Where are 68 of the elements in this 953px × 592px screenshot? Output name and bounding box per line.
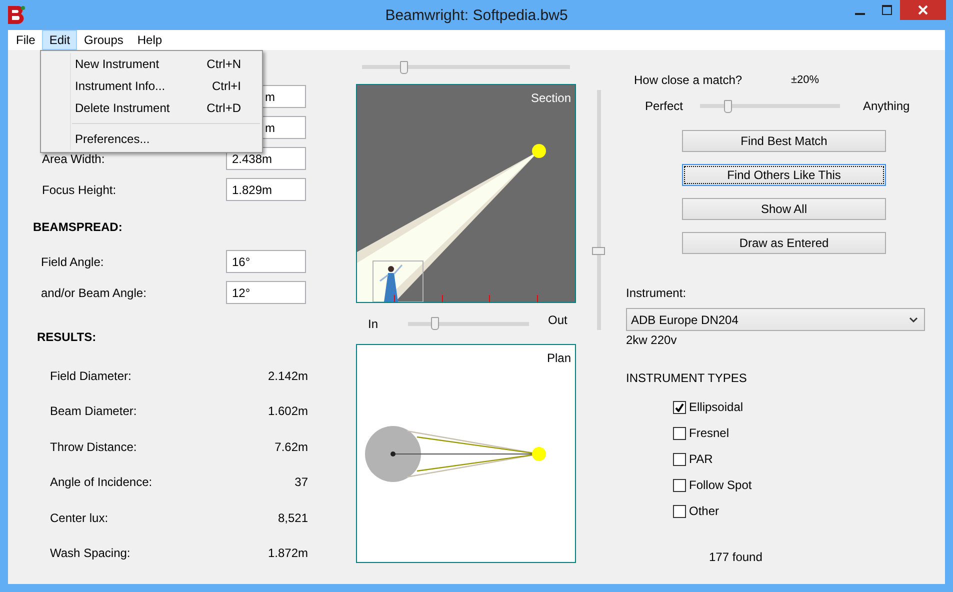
menu-item[interactable]: File [9, 30, 42, 50]
checkmark-icon [675, 402, 684, 412]
checkbox-option[interactable]: Ellipsoidal [673, 394, 945, 420]
field-label: Focus Height: [42, 182, 118, 196]
slider-label: Perfect [645, 99, 684, 113]
match-reading: ±20% [791, 74, 820, 86]
checkbox[interactable] [673, 452, 686, 466]
chevron-down-icon [909, 316, 918, 322]
result-label: Angle of Incidence: [50, 475, 154, 490]
input-field[interactable]: 12° [226, 281, 306, 304]
field-label: Area Width: [42, 152, 106, 166]
checkbox[interactable] [673, 478, 686, 492]
result-label: Field Diameter: [50, 368, 132, 383]
slider-label: Anything [863, 99, 910, 113]
checkbox-option[interactable]: Fresnel [673, 420, 945, 446]
field-label: Field Angle: [41, 254, 105, 268]
checkbox[interactable] [673, 426, 686, 440]
view-label: Plan [546, 351, 571, 365]
input-field[interactable]: 1.829m [226, 178, 306, 201]
section-heading: RESULTS: [36, 330, 96, 344]
result-label: Center lux: [50, 510, 110, 525]
figure-frame [372, 260, 424, 302]
instrument-note: 2kw 220v [626, 333, 678, 347]
menu-item[interactable]: Groups [77, 30, 130, 50]
checkbox-option[interactable]: Follow Spot [673, 472, 945, 498]
result-value: 1.872m [268, 546, 308, 560]
slider-thumb[interactable] [400, 60, 408, 74]
checkbox-option[interactable]: Other [673, 498, 945, 524]
maximize-icon [882, 5, 892, 15]
window-title: Beamwright: Softpedia.bw5 [385, 7, 568, 24]
app-logo-icon [5, 4, 27, 26]
section-heading: BEAMSPREAD: [32, 220, 122, 234]
checkbox-option[interactable]: PAR [673, 446, 945, 472]
action-button[interactable]: Show All [682, 198, 886, 220]
view-label: Section [530, 91, 571, 105]
result-label: Wash Spacing: [50, 546, 132, 560]
result-value: 2.142m [268, 368, 308, 383]
field-label: and/or Beam Angle: [41, 286, 148, 300]
close-button[interactable] [900, 0, 946, 20]
section-heading: INSTRUMENT TYPES [626, 371, 748, 385]
lamp-icon [532, 144, 546, 158]
action-button[interactable]: Find Others Like This [682, 164, 886, 186]
instrument-dropdown[interactable]: ADB Europe DN204 [626, 308, 925, 331]
minimize-icon [854, 13, 864, 15]
field-label: Instrument: [626, 286, 688, 300]
result-value: 8,521 [278, 510, 308, 525]
result-count: 177 found [709, 550, 764, 564]
close-icon [918, 5, 928, 15]
result-value: 7.62m [274, 440, 308, 454]
result-label: Beam Diameter: [50, 404, 138, 418]
figure-drawing [379, 264, 403, 302]
result-value: 1.602m [268, 404, 308, 418]
slider-thumb[interactable] [592, 246, 605, 255]
input-field[interactable]: 16° [226, 250, 306, 273]
action-button[interactable]: Find Best Match [682, 130, 886, 152]
checkbox[interactable] [673, 400, 686, 414]
result-label: Throw Distance: [50, 440, 138, 454]
slider-label: Out [548, 312, 568, 326]
slider-thumb[interactable] [724, 100, 732, 112]
action-button[interactable]: Draw as Entered [682, 232, 886, 254]
checkbox[interactable] [673, 504, 686, 518]
slider-thumb[interactable] [430, 317, 439, 330]
menu-option[interactable]: New Instrument Ctrl+N [41, 53, 262, 75]
menu-item[interactable]: Help [130, 30, 170, 50]
result-value: 37 [294, 475, 308, 490]
slider-label: In [368, 316, 380, 330]
menu-item[interactable]: Edit [42, 30, 78, 50]
match-question: How close a match? [634, 73, 744, 87]
